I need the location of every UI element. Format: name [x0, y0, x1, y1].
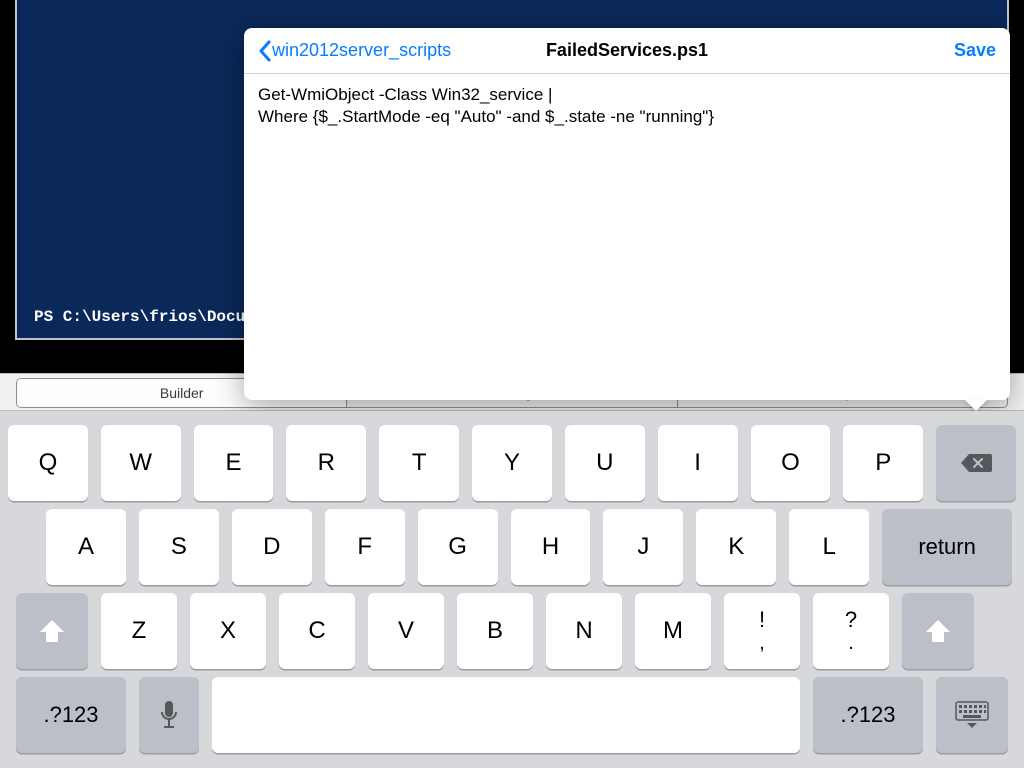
key-n[interactable]: N: [546, 593, 622, 669]
key-question-top: ?: [845, 609, 857, 631]
save-button[interactable]: Save: [954, 40, 996, 61]
key-y[interactable]: Y: [472, 425, 552, 501]
code-editor[interactable]: Get-WmiObject -Class Win32_service | Whe…: [244, 74, 1010, 138]
key-e[interactable]: E: [194, 425, 274, 501]
key-l[interactable]: L: [789, 509, 869, 585]
code-line-1: Get-WmiObject -Class Win32_service |: [258, 85, 552, 104]
key-hide-keyboard[interactable]: [936, 677, 1008, 753]
keyboard-row-3: Z X C V B N M ! , ? .: [0, 593, 1024, 669]
key-h[interactable]: H: [511, 509, 591, 585]
terminal-prompt: PS C:\Users\frios\Docume: [34, 308, 264, 326]
shift-icon: [925, 619, 951, 643]
popover-header: win2012server_scripts FailedServices.ps1…: [244, 28, 1010, 74]
back-button[interactable]: win2012server_scripts: [258, 40, 451, 62]
code-line-2: Where {$_.StartMode -eq "Auto" -and $_.s…: [258, 107, 714, 126]
popover-arrow: [964, 399, 988, 411]
backspace-icon: [960, 452, 992, 474]
key-b[interactable]: B: [457, 593, 533, 669]
key-exclaim-bot: ,: [759, 633, 765, 653]
key-d[interactable]: D: [232, 509, 312, 585]
script-editor-popover: win2012server_scripts FailedServices.ps1…: [244, 28, 1010, 400]
key-space[interactable]: [212, 677, 800, 753]
key-j[interactable]: J: [603, 509, 683, 585]
key-u[interactable]: U: [565, 425, 645, 501]
key-exclaim-comma[interactable]: ! ,: [724, 593, 800, 669]
key-a[interactable]: A: [46, 509, 126, 585]
back-label: win2012server_scripts: [272, 40, 451, 61]
key-question-period[interactable]: ? .: [813, 593, 889, 669]
key-exclaim-top: !: [759, 609, 765, 631]
key-r[interactable]: R: [286, 425, 366, 501]
onscreen-keyboard: Q W E R T Y U I O P A S D F G H J K: [0, 411, 1024, 768]
key-shift-right[interactable]: [902, 593, 974, 669]
key-numbers-left[interactable]: .?123: [16, 677, 126, 753]
key-w[interactable]: W: [101, 425, 181, 501]
key-o[interactable]: O: [751, 425, 831, 501]
key-k[interactable]: K: [696, 509, 776, 585]
chevron-left-icon: [258, 40, 272, 62]
key-f[interactable]: F: [325, 509, 405, 585]
microphone-icon: [159, 700, 179, 730]
key-c[interactable]: C: [279, 593, 355, 669]
key-numbers-right[interactable]: .?123: [813, 677, 923, 753]
keyboard-row-1: Q W E R T Y U I O P: [0, 425, 1024, 501]
key-dictation[interactable]: [139, 677, 199, 753]
tab-builder-label: Builder: [160, 385, 204, 401]
hide-keyboard-icon: [955, 701, 989, 729]
key-g[interactable]: G: [418, 509, 498, 585]
key-s[interactable]: S: [139, 509, 219, 585]
key-x[interactable]: X: [190, 593, 266, 669]
key-p[interactable]: P: [843, 425, 923, 501]
key-q[interactable]: Q: [8, 425, 88, 501]
shift-icon: [39, 619, 65, 643]
key-i[interactable]: I: [658, 425, 738, 501]
keyboard-row-2: A S D F G H J K L return: [0, 509, 1024, 585]
key-shift-left[interactable]: [16, 593, 88, 669]
key-backspace[interactable]: [936, 425, 1016, 501]
key-m[interactable]: M: [635, 593, 711, 669]
key-z[interactable]: Z: [101, 593, 177, 669]
keyboard-row-4: .?123 .?123: [0, 677, 1024, 753]
key-v[interactable]: V: [368, 593, 444, 669]
key-question-bot: .: [848, 633, 854, 653]
key-t[interactable]: T: [379, 425, 459, 501]
key-return[interactable]: return: [882, 509, 1012, 585]
